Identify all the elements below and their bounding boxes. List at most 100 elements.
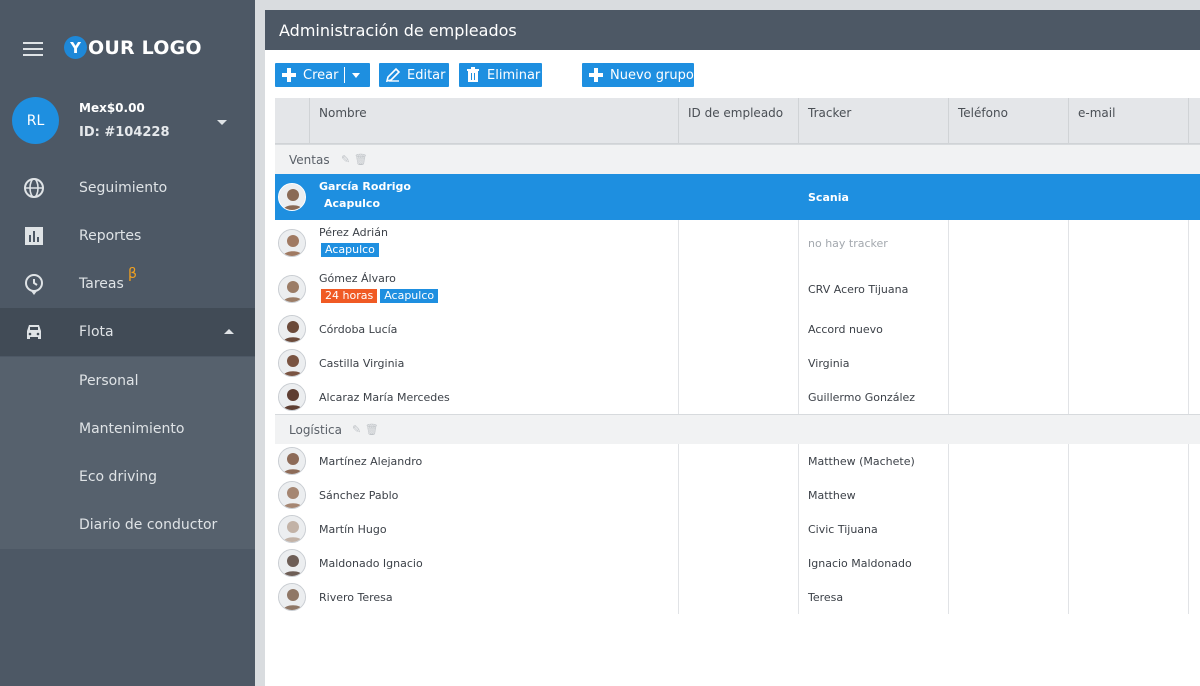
person-photo-icon — [279, 384, 305, 410]
avatar[interactable]: RL — [12, 97, 59, 144]
tracker-cell: Ignacio Maldonado — [808, 556, 912, 570]
group-label: Logística — [289, 423, 343, 437]
employee-avatar — [278, 549, 306, 577]
column-divider — [948, 266, 949, 312]
submenu-item-mantenimiento[interactable]: Mantenimiento — [79, 421, 184, 437]
nav-item-flota[interactable]: Flota — [0, 308, 255, 356]
column-divider — [798, 478, 799, 512]
nav-item-tareas[interactable]: Tareas β — [0, 260, 255, 308]
table-row[interactable]: García Rodrigo Acapulco Scania — [275, 174, 1200, 220]
nav-item-reportes[interactable]: Reportes — [0, 212, 255, 260]
column-divider — [798, 266, 799, 312]
pencil-icon[interactable]: ✎ — [352, 423, 361, 436]
nav-item-seguimiento[interactable]: Seguimiento — [0, 164, 255, 212]
account-dropdown-icon[interactable] — [217, 120, 227, 125]
column-divider — [1068, 312, 1069, 346]
submenu-item-diario[interactable]: Diario de conductor — [79, 517, 217, 533]
page-title: Administración de empleados — [265, 10, 1200, 50]
table-row[interactable]: Alcaraz María Mercedes Guillermo González — [275, 380, 1200, 414]
employee-avatar — [278, 583, 306, 611]
employees-table: Nombre ID de empleado Tracker Teléfono e… — [275, 98, 1200, 614]
employee-tags: Acapulco — [321, 197, 384, 211]
table-row[interactable]: Castilla Virginia Virginia — [275, 346, 1200, 380]
tracker-cell: Scania — [808, 190, 849, 204]
create-button[interactable]: Crear — [275, 63, 370, 87]
column-divider — [1188, 380, 1189, 414]
employee-avatar — [278, 275, 306, 303]
column-divider — [678, 546, 679, 580]
submenu-item-personal[interactable]: Personal — [79, 373, 139, 389]
column-divider — [1068, 444, 1069, 478]
chevron-down-icon[interactable] — [352, 73, 360, 78]
employee-name: Gómez Álvaro — [319, 272, 396, 285]
person-photo-icon — [279, 350, 305, 376]
employee-tags: Acapulco — [321, 243, 379, 257]
column-divider — [678, 478, 679, 512]
column-header-id[interactable]: ID de empleado — [678, 98, 799, 144]
column-divider — [678, 312, 679, 346]
group-actions: ✎ 🗑 — [341, 153, 368, 166]
column-divider — [1068, 478, 1069, 512]
create-label: Crear — [303, 67, 339, 83]
submenu-item-eco-driving[interactable]: Eco driving — [79, 469, 157, 485]
new-group-button[interactable]: Nuevo grupo — [582, 63, 694, 87]
table-row[interactable]: Sánchez Pablo Matthew — [275, 478, 1200, 512]
column-divider — [1188, 266, 1189, 312]
table-row[interactable]: Martín Hugo Civic Tijuana — [275, 512, 1200, 546]
group-row[interactable]: Ventas ✎ 🗑 — [275, 144, 1200, 174]
tracker-cell: Virginia — [808, 356, 850, 370]
menu-icon[interactable] — [23, 42, 43, 56]
column-divider — [678, 512, 679, 546]
trash-icon[interactable]: 🗑 — [354, 153, 368, 166]
column-divider — [798, 580, 799, 614]
person-photo-icon — [279, 184, 305, 210]
tracker-cell: Matthew — [808, 488, 856, 502]
table-row[interactable]: Gómez Álvaro 24 horas Acapulco CRV Acero Ti… — [275, 266, 1200, 312]
column-header-nombre[interactable]: Nombre — [309, 98, 679, 144]
column-divider — [798, 546, 799, 580]
table-body: Ventas ✎ 🗑 García Rodrigo Acapulco Scania Pér… — [275, 144, 1200, 614]
person-photo-icon — [279, 516, 305, 542]
column-divider — [678, 580, 679, 614]
tag-badge: Acapulco — [324, 197, 381, 210]
group-row[interactable]: Logística ✎ 🗑 — [275, 414, 1200, 444]
nav-label: Seguimiento — [79, 180, 168, 196]
tag-badge: 24 horas — [321, 289, 378, 303]
column-header-telefono[interactable]: Teléfono — [948, 98, 1069, 144]
car-icon — [27, 325, 41, 339]
employee-tags: 24 horas Acapulco — [321, 289, 439, 303]
person-photo-icon — [279, 584, 305, 610]
table-row[interactable]: Córdoba Lucía Accord nuevo — [275, 312, 1200, 346]
employee-name: Sánchez Pablo — [319, 489, 399, 502]
table-row[interactable]: Maldonado Ignacio Ignacio Maldonado — [275, 546, 1200, 580]
new-group-label: Nuevo grupo — [610, 67, 694, 83]
column-divider — [1068, 266, 1069, 312]
employee-avatar — [278, 315, 306, 343]
table-row[interactable]: Rivero Teresa Teresa — [275, 580, 1200, 614]
table-row[interactable]: Martínez Alejandro Matthew (Machete) — [275, 444, 1200, 478]
column-divider — [678, 346, 679, 380]
column-divider — [678, 444, 679, 478]
column-divider — [1068, 580, 1069, 614]
employee-avatar — [278, 183, 306, 211]
bar-chart-icon — [25, 227, 43, 245]
trash-icon[interactable]: 🗑 — [365, 423, 379, 436]
column-divider — [948, 346, 949, 380]
employee-name: Martín Hugo — [319, 523, 387, 536]
group-label: Ventas — [289, 153, 330, 167]
column-divider — [798, 346, 799, 380]
edit-button[interactable]: Editar — [379, 63, 449, 87]
table-header: Nombre ID de empleado Tracker Teléfono e… — [275, 98, 1200, 144]
pencil-icon[interactable]: ✎ — [341, 153, 350, 166]
table-row[interactable]: Pérez Adrián Acapulco no hay tracker — [275, 220, 1200, 266]
employee-name: Castilla Virginia — [319, 357, 405, 370]
chevron-up-icon — [224, 329, 234, 334]
employee-avatar — [278, 515, 306, 543]
column-header-email[interactable]: e-mail — [1068, 98, 1189, 144]
tracker-cell: CRV Acero Tijuana — [808, 282, 909, 296]
column-header-tracker[interactable]: Tracker — [798, 98, 949, 144]
delete-button[interactable]: Eliminar — [459, 63, 542, 87]
column-divider — [1068, 546, 1069, 580]
main-panel: Administración de empleados Crear Editar… — [265, 10, 1200, 686]
employee-avatar — [278, 481, 306, 509]
